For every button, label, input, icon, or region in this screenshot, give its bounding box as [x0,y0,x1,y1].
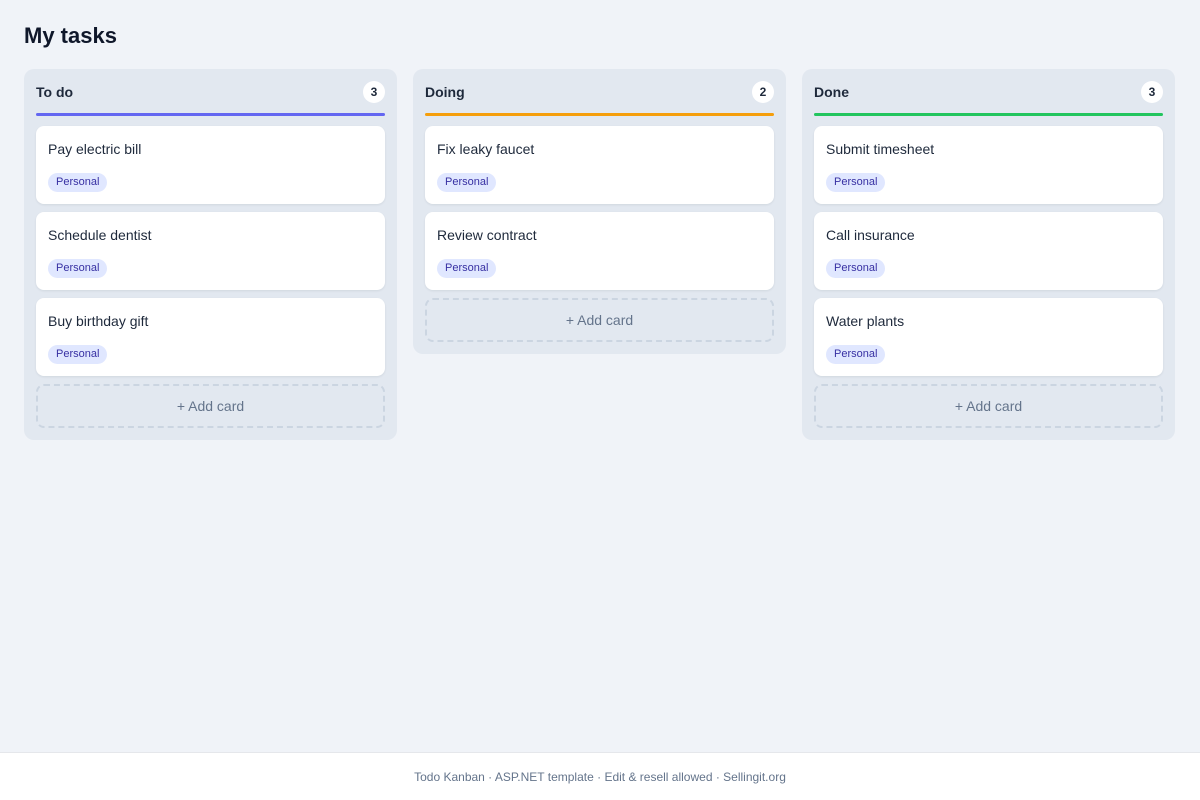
task-card-title: Water plants [826,313,905,329]
task-card[interactable]: Fix leaky faucet Personal [425,126,774,204]
task-card-title: Review contract [437,227,537,243]
task-card[interactable]: Buy birthday gift Personal [36,298,385,376]
add-card-button[interactable]: + Add card [814,384,1163,428]
task-card[interactable]: Water plants Personal [814,298,1163,376]
footer-text: Todo Kanban · ASP.NET template · Edit & … [414,769,786,784]
task-card-title: Submit timesheet [826,141,935,157]
add-card-button[interactable]: + Add card [36,384,385,428]
column-header: Done 3 [814,81,1163,103]
task-card[interactable]: Call insurance Personal [814,212,1163,290]
task-card[interactable]: Review contract Personal [425,212,774,290]
column-header: Doing 2 [425,81,774,103]
task-card-title: Pay electric bill [48,141,142,157]
column-title: Doing [425,84,465,100]
task-tag: Personal [437,259,497,278]
column-count-badge: 3 [363,81,385,103]
column-accent-bar [36,113,385,116]
task-tag: Personal [826,259,886,278]
task-card-title: Call insurance [826,227,915,243]
task-tag: Personal [826,345,886,364]
column-done: Done 3 Submit timesheet Personal Call in… [802,69,1175,440]
task-card[interactable]: Submit timesheet Personal [814,126,1163,204]
column-doing: Doing 2 Fix leaky faucet Personal Review… [413,69,786,354]
task-card-title: Buy birthday gift [48,313,149,329]
task-card-title: Schedule dentist [48,227,152,243]
add-card-button[interactable]: + Add card [425,298,774,342]
column-count-badge: 3 [1141,81,1163,103]
task-tag: Personal [437,173,497,192]
task-card-title: Fix leaky faucet [437,141,535,157]
column-todo: To do 3 Pay electric bill Personal Sched… [24,69,397,440]
column-title: Done [814,84,849,100]
task-card[interactable]: Schedule dentist Personal [36,212,385,290]
task-tag: Personal [826,173,886,192]
column-accent-bar [814,113,1163,116]
kanban-board: To do 3 Pay electric bill Personal Sched… [24,69,1175,440]
column-header: To do 3 [36,81,385,103]
page-title: My tasks [24,23,117,48]
task-card[interactable]: Pay electric bill Personal [36,126,385,204]
footer: Todo Kanban · ASP.NET template · Edit & … [0,752,1200,800]
task-tag: Personal [48,259,108,278]
task-tag: Personal [48,345,108,364]
column-title: To do [36,84,74,100]
task-tag: Personal [48,173,108,192]
column-accent-bar [425,113,774,116]
column-count-badge: 2 [752,81,774,103]
